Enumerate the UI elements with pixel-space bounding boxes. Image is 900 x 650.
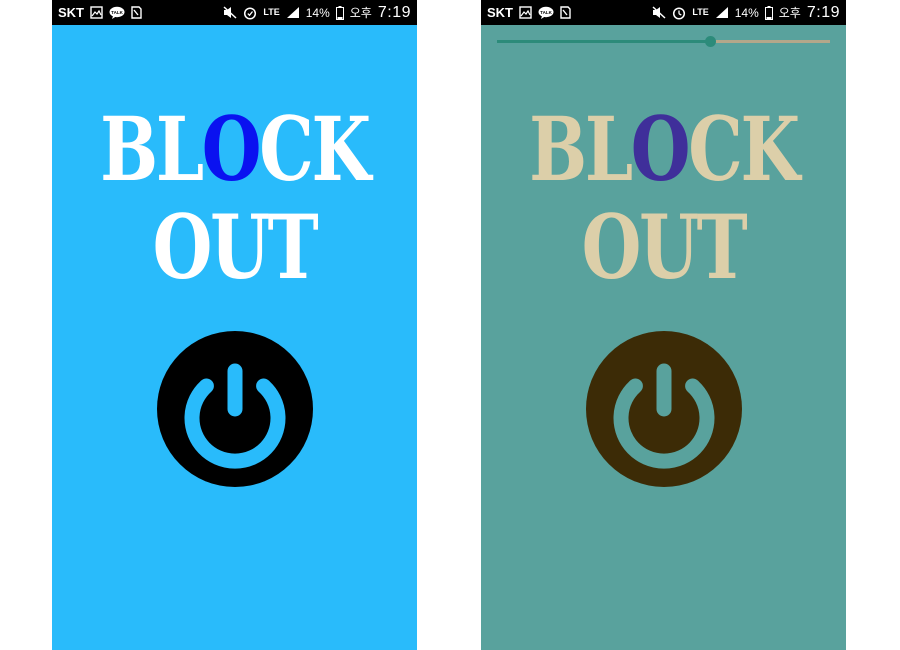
network-type-label: LTE [692,7,709,17]
svg-text:TALK: TALK [111,10,123,15]
status-bar: SKT TALK LTE 14% 오후 7:19 [481,0,846,25]
logo-block-suffix: CK [688,97,800,201]
power-icon [157,331,313,487]
logo-block-prefix: BL [100,97,204,201]
ampm-label: 오후 [778,6,801,20]
logo-block-prefix: BL [529,97,633,201]
power-icon [586,331,742,487]
mute-icon [223,6,237,19]
network-type-label: LTE [263,7,280,17]
alarm-icon [243,6,257,20]
logo-o-accent: O [630,97,691,201]
talk-icon: TALK [109,6,125,19]
logo-out: OUT [581,195,748,299]
mute-icon [652,6,666,19]
sd-card-icon [131,6,142,19]
logo-block: BLOCK [521,105,806,193]
svg-text:TALK: TALK [540,10,552,15]
carrier-label: SKT [58,5,84,20]
slider-fill [497,40,711,43]
left-screen: SKT TALK LTE 14% 오후 7:19 BLOCK OUT [52,0,417,650]
clock: 7:19 [806,3,840,21]
status-bar: SKT TALK LTE 14% 오후 7:19 [52,0,417,25]
battery-percent: 14% [305,5,330,20]
logo-block: BLOCK [92,105,377,193]
brightness-slider[interactable] [497,33,830,49]
slider-thumb[interactable] [705,36,717,47]
carrier-label: SKT [487,5,513,20]
battery-percent: 14% [734,5,759,20]
alarm-icon [672,6,686,20]
logo-block-suffix: CK [259,97,371,201]
app-content: BLOCK OUT [52,25,417,650]
battery-icon [335,5,344,20]
signal-icon [286,6,300,19]
power-button[interactable] [586,331,742,487]
sd-card-icon [560,6,571,19]
gallery-icon [90,6,103,19]
battery-icon [764,5,773,20]
talk-icon: TALK [538,6,554,19]
power-button[interactable] [157,331,313,487]
app-content: BLOCK OUT [481,25,846,650]
ampm-label: 오후 [349,6,372,20]
gallery-icon [519,6,532,19]
signal-icon [715,6,729,19]
clock: 7:19 [377,3,411,21]
logo-out: OUT [152,195,319,299]
right-screen: SKT TALK LTE 14% 오후 7:19 BLOCK OUT [481,0,846,650]
logo-o-accent: O [201,97,262,201]
